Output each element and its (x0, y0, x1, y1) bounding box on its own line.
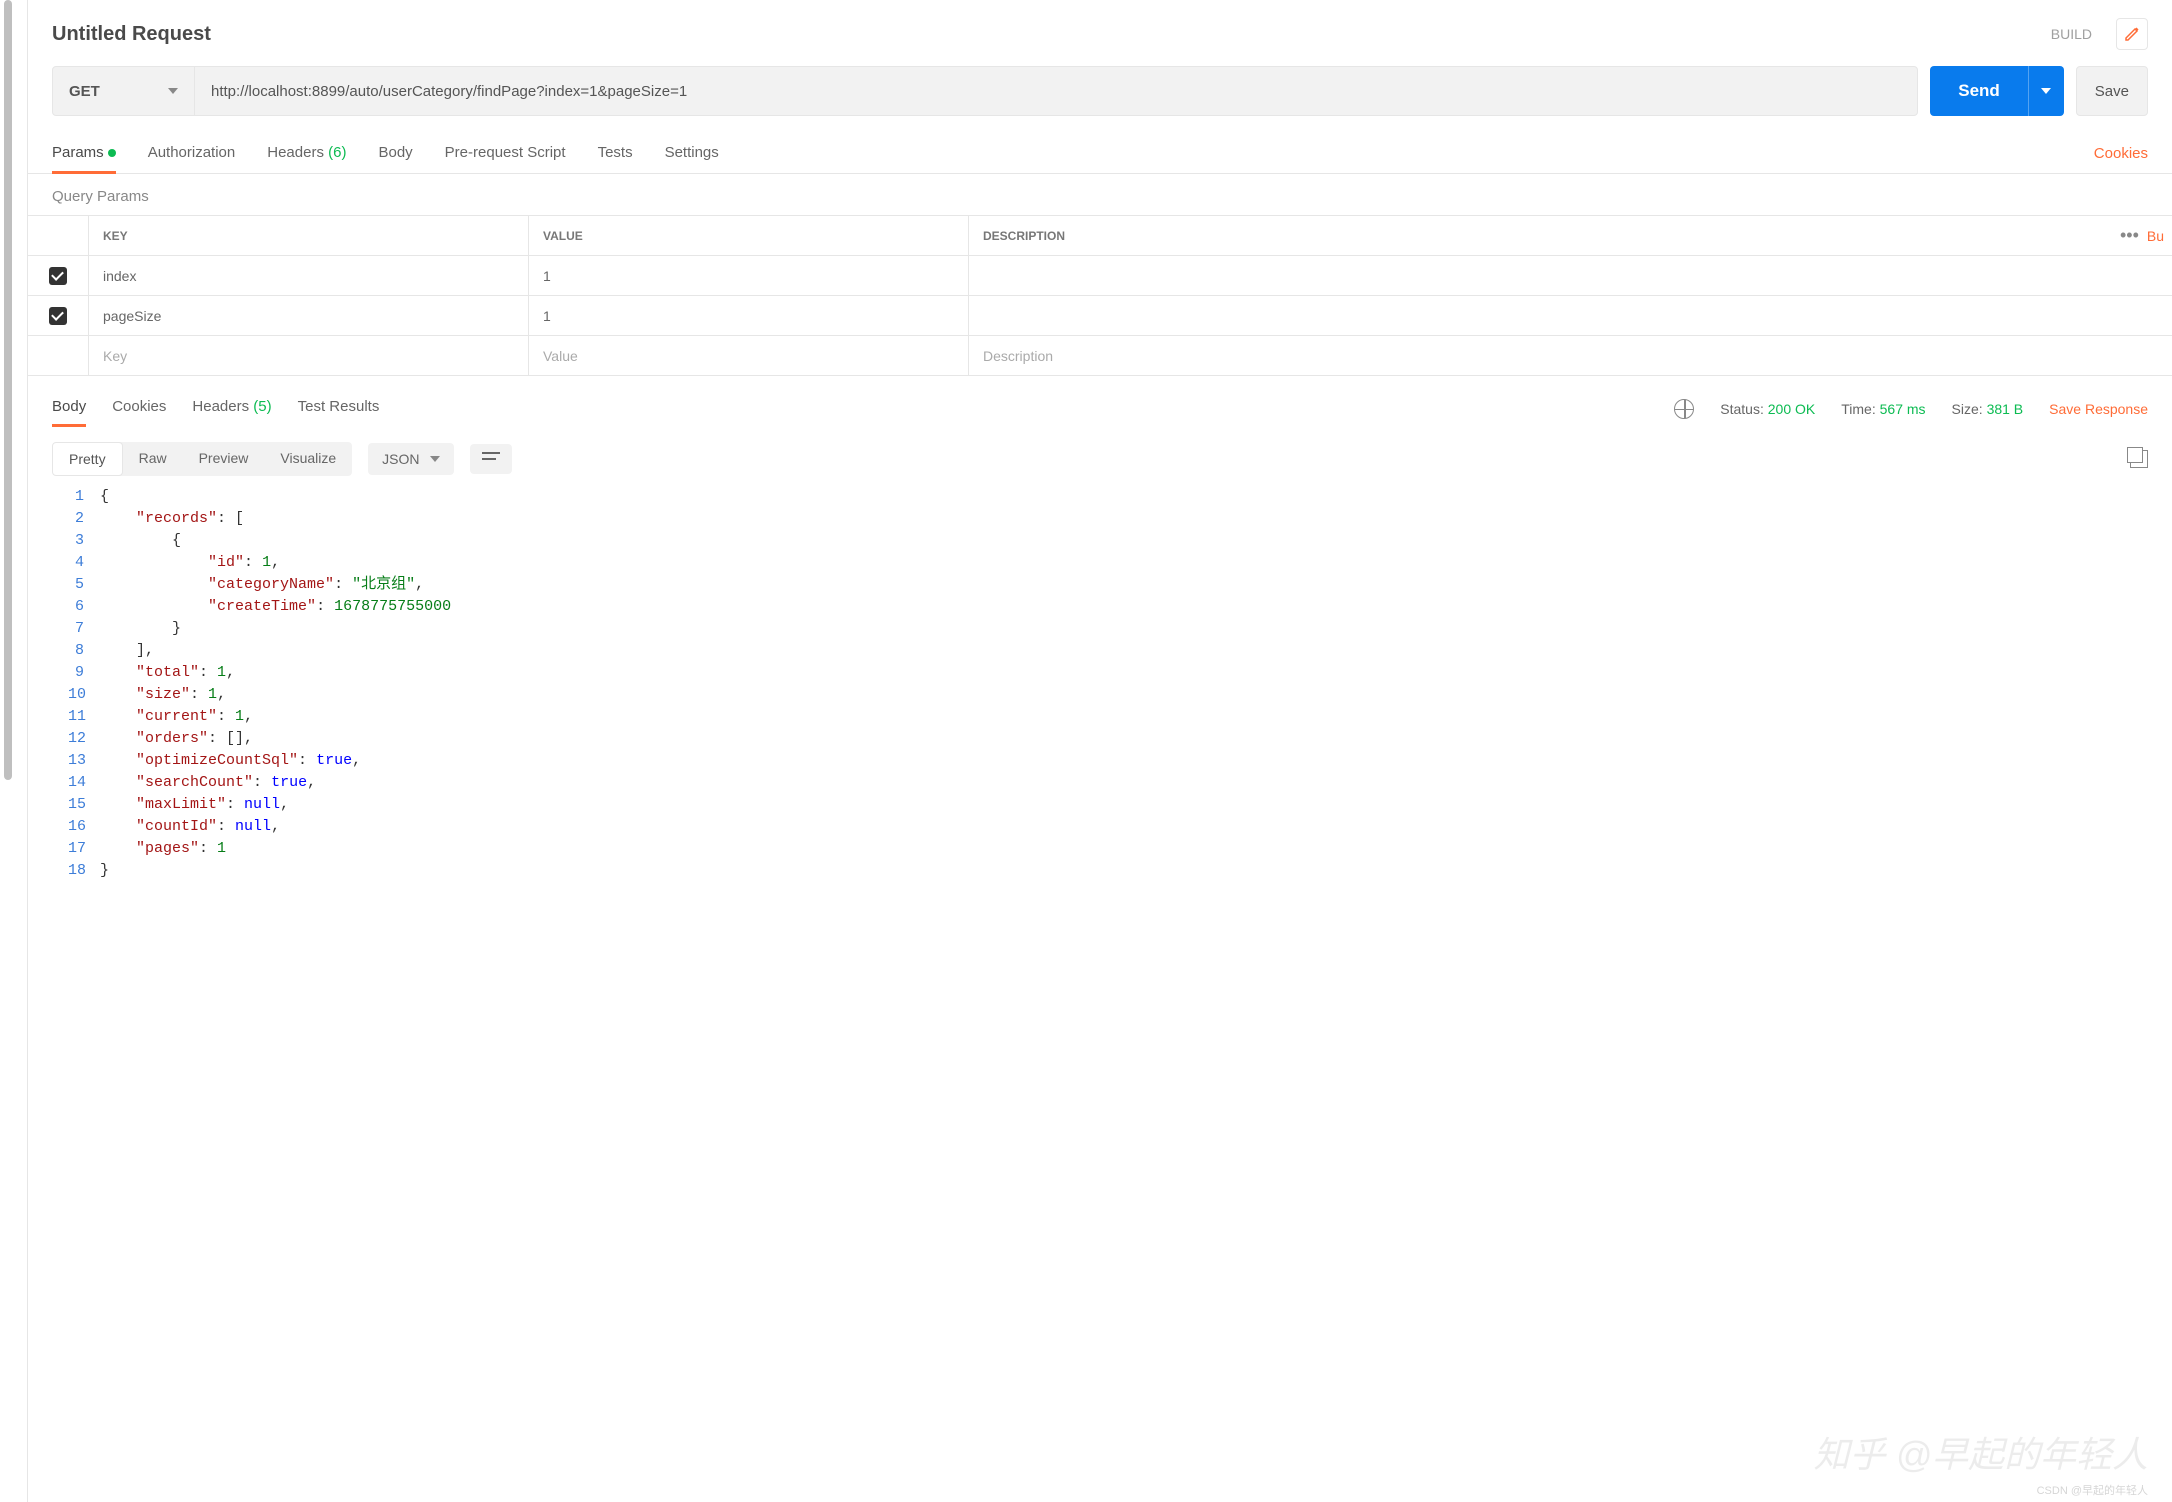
param-desc[interactable] (968, 296, 2112, 335)
chevron-down-icon (430, 456, 440, 462)
view-mode-segment: Pretty Raw Preview Visualize (52, 442, 352, 476)
view-visualize[interactable]: Visualize (264, 442, 352, 476)
tab-settings[interactable]: Settings (665, 134, 719, 173)
param-row[interactable]: index1 (28, 256, 2172, 296)
tab-tests[interactable]: Tests (598, 134, 633, 173)
response-tab-headers[interactable]: Headers (5) (192, 390, 271, 427)
view-preview[interactable]: Preview (183, 442, 265, 476)
param-key[interactable]: pageSize (88, 296, 528, 335)
tab-headers[interactable]: Headers (6) (267, 134, 346, 173)
bulk-edit-link[interactable]: Bu (2147, 228, 2164, 244)
value-placeholder[interactable]: Value (528, 336, 968, 375)
more-icon[interactable]: ••• (2120, 225, 2139, 246)
send-button[interactable]: Send (1930, 66, 2064, 116)
build-label[interactable]: BUILD (2051, 26, 2092, 42)
tab-authorization[interactable]: Authorization (148, 134, 236, 173)
wrap-icon (482, 452, 500, 466)
param-key[interactable]: index (88, 256, 528, 295)
save-button[interactable]: Save (2076, 66, 2148, 116)
response-tab-tests[interactable]: Test Results (298, 390, 380, 427)
col-desc: DESCRIPTION (968, 216, 2112, 255)
view-pretty[interactable]: Pretty (52, 442, 123, 476)
checkbox-icon[interactable] (49, 267, 67, 285)
param-row[interactable]: pageSize1 (28, 296, 2172, 336)
params-table: KEY VALUE DESCRIPTION ••• Bu index1pageS… (28, 215, 2172, 376)
copy-icon[interactable] (2130, 450, 2148, 468)
query-params-title: Query Params (28, 174, 2172, 215)
desc-placeholder[interactable]: Description (968, 336, 2112, 375)
time-item: Time: 567 ms (1841, 401, 1925, 417)
params-placeholder-row[interactable]: Key Value Description (28, 336, 2172, 376)
save-button-label: Save (2095, 83, 2129, 100)
send-dropdown[interactable] (2028, 66, 2064, 116)
globe-icon[interactable] (1674, 399, 1694, 419)
method-select[interactable]: GET (53, 67, 195, 115)
request-title[interactable]: Untitled Request (52, 23, 211, 46)
edit-icon[interactable] (2116, 18, 2148, 50)
status-item: Status: 200 OK (1720, 401, 1815, 417)
watermark: 知乎 @早起的年轻人 (1813, 1426, 2148, 1478)
tab-params[interactable]: Params (52, 134, 116, 173)
tab-prerequest[interactable]: Pre-request Script (445, 134, 566, 173)
scroll-thumb[interactable] (4, 0, 12, 780)
key-placeholder[interactable]: Key (88, 336, 528, 375)
url-input[interactable] (195, 67, 1917, 115)
chevron-down-icon (168, 88, 178, 94)
watermark-sub: CSDN @早起的年轻人 (2037, 1482, 2148, 1498)
col-key: KEY (88, 216, 528, 255)
params-header-row: KEY VALUE DESCRIPTION ••• Bu (28, 216, 2172, 256)
chevron-down-icon (2041, 88, 2051, 94)
param-value[interactable]: 1 (528, 256, 968, 295)
response-code[interactable]: 1{2 "records": [3 {4 "id": 1,5 "category… (28, 486, 2172, 902)
response-tab-body[interactable]: Body (52, 390, 86, 427)
active-indicator-dot (108, 149, 116, 157)
left-scroll-gutter (0, 0, 28, 1502)
param-value[interactable]: 1 (528, 296, 968, 335)
save-response-link[interactable]: Save Response (2049, 401, 2148, 417)
format-select[interactable]: JSON (368, 443, 453, 475)
wrap-toggle[interactable] (470, 444, 512, 474)
cookies-link[interactable]: Cookies (2094, 135, 2148, 172)
url-bar: GET (52, 66, 1918, 116)
method-value: GET (69, 83, 100, 100)
checkbox-icon[interactable] (49, 307, 67, 325)
view-raw[interactable]: Raw (123, 442, 183, 476)
col-value: VALUE (528, 216, 968, 255)
response-tab-cookies[interactable]: Cookies (112, 390, 166, 427)
tab-body[interactable]: Body (378, 134, 412, 173)
send-button-label: Send (1930, 81, 2028, 101)
size-item: Size: 381 B (1952, 401, 2024, 417)
param-desc[interactable] (968, 256, 2112, 295)
